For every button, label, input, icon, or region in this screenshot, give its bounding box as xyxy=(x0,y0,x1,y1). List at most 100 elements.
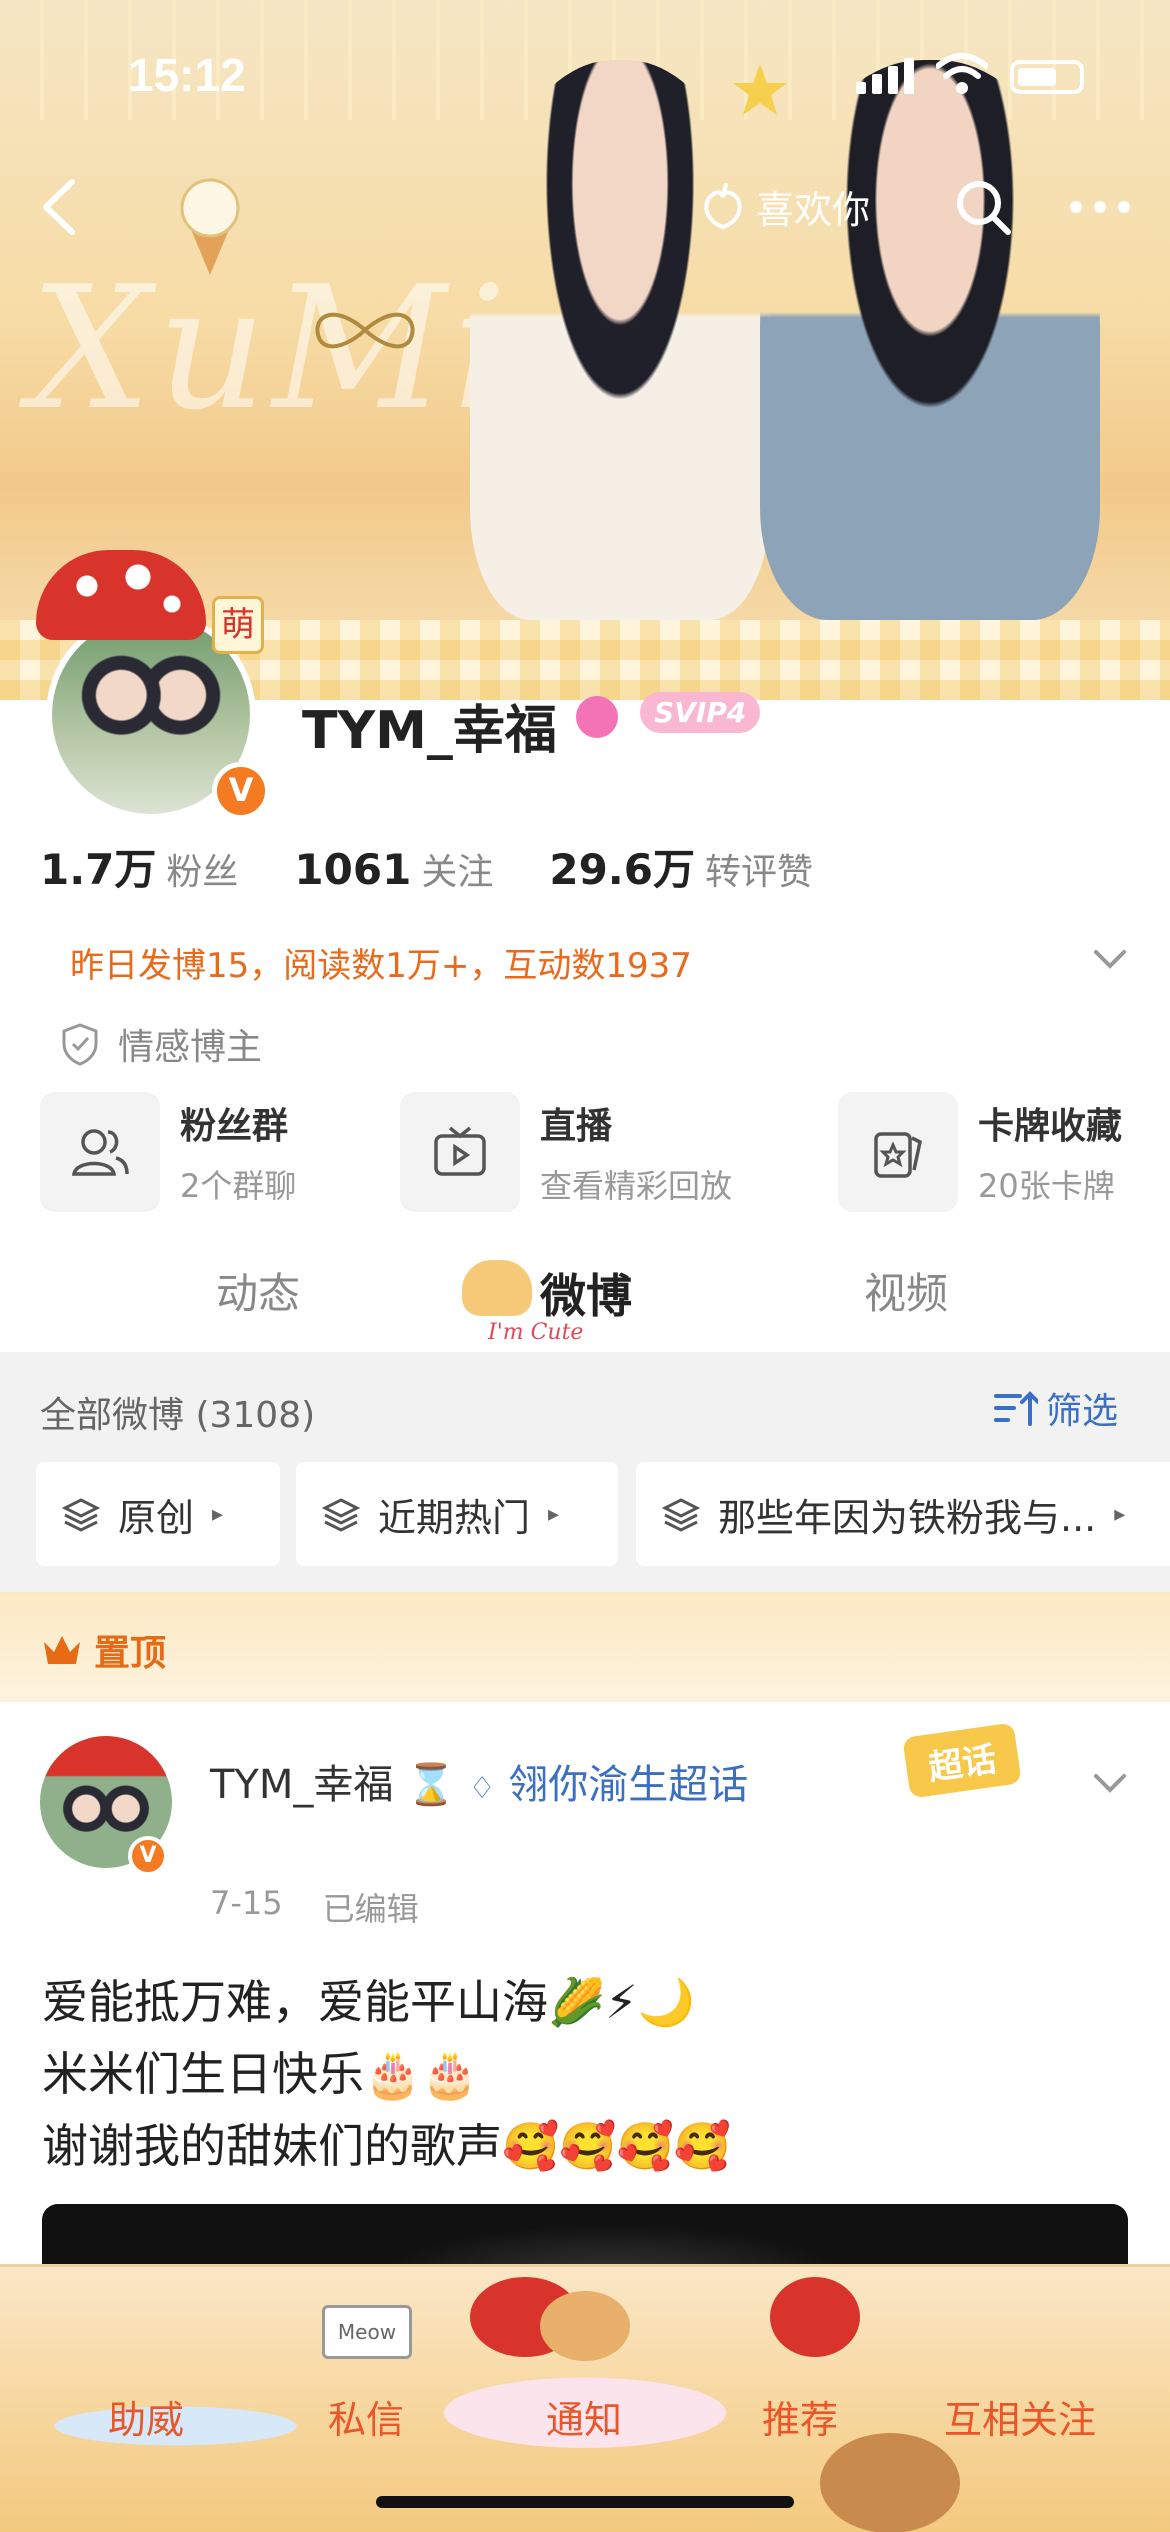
pinned-text: 置顶 xyxy=(94,1633,167,1674)
chevron-down-icon[interactable] xyxy=(1090,1768,1130,1798)
chip-recent-hot[interactable]: 近期热门 ▸ xyxy=(296,1462,618,1566)
profile-tabs: 动态 微博 视频 xyxy=(0,1240,1170,1350)
post-date: 7-15 xyxy=(210,1884,283,1922)
bow-icon xyxy=(315,312,415,349)
back-button[interactable] xyxy=(28,172,88,242)
search-button[interactable] xyxy=(952,176,1014,238)
quick-action-cards[interactable]: 卡牌收藏 20张卡牌 xyxy=(838,1092,1122,1212)
nav-notifications[interactable]: 通知 xyxy=(546,2389,622,2444)
chip-arrow-icon: ▸ xyxy=(548,1501,560,1527)
stat-following[interactable]: 1061 关注 xyxy=(294,843,493,895)
verified-badge-icon: V xyxy=(212,762,270,820)
like-you-button[interactable]: 喜欢你 xyxy=(700,176,870,236)
stat-label: 转评赞 xyxy=(704,852,813,893)
group-icon xyxy=(40,1092,160,1212)
tab-dynamic[interactable]: 动态 xyxy=(216,1260,300,1321)
profile-tag-label: 情感博主 xyxy=(118,1027,263,1068)
quick-action-subtitle: 20张卡牌 xyxy=(978,1167,1115,1205)
battery-icon xyxy=(1010,60,1084,94)
post-author-line: TYM_幸福 ⌛ ♢ 翎你渝生超话 xyxy=(210,1752,770,1822)
chip-arrow-icon: ▸ xyxy=(212,1501,224,1527)
hourglass-icon: ⌛ xyxy=(406,1762,456,1808)
profile-tag: 情感博主 xyxy=(60,1018,262,1070)
stat-number: 1.7万 xyxy=(40,845,157,894)
quick-action-fan-group[interactable]: 粉丝群 2个群聊 xyxy=(40,1092,296,1212)
profile-stats: 1.7万 粉丝 1061 关注 29.6万 转评赞 xyxy=(40,836,813,897)
more-options-button[interactable] xyxy=(1060,176,1140,238)
post-body: 爱能抵万难，爱能平山海🌽⚡🌙 米米们生日快乐🎂🎂 谢谢我的甜妹们的歌声🥰🥰🥰🥰 xyxy=(42,1966,731,2182)
post-topic-link[interactable]: 翎你渝生超话 xyxy=(508,1762,748,1808)
diamond-icon: ♢ xyxy=(468,1771,496,1806)
filter-button[interactable]: 筛选 xyxy=(994,1382,1118,1434)
svip-badge[interactable]: SVIP4 xyxy=(640,692,761,733)
chevron-down-icon[interactable] xyxy=(1090,944,1130,974)
chip-label: 原创 xyxy=(118,1495,195,1540)
post-line: 米米们生日快乐🎂🎂 xyxy=(42,2047,479,2101)
post-username[interactable]: TYM_幸福 xyxy=(210,1762,393,1808)
chip-fans-years[interactable]: 那些年因为铁粉我与... ▸ xyxy=(636,1462,1170,1566)
quick-action-title: 卡牌收藏 xyxy=(978,1106,1123,1147)
profile-avatar-wrap[interactable]: 萌 V xyxy=(36,550,276,820)
chip-label: 近期热门 xyxy=(378,1495,531,1540)
peach-icon xyxy=(704,183,742,230)
crown-icon xyxy=(44,1636,80,1664)
chip-arrow-icon: ▸ xyxy=(1114,1501,1126,1527)
layers-icon xyxy=(662,1498,700,1532)
layers-icon xyxy=(62,1498,100,1532)
post-line: 爱能抵万难，爱能平山海🌽⚡🌙 xyxy=(42,1975,695,2029)
layers-icon xyxy=(322,1498,360,1532)
avatar-sticker-tag: 萌 xyxy=(212,596,264,654)
quick-action-subtitle: 查看精彩回放 xyxy=(540,1167,733,1205)
stat-label: 粉丝 xyxy=(166,852,239,893)
nav-recommend[interactable]: 推荐 xyxy=(762,2389,838,2444)
profile-username: TYM_幸福 xyxy=(302,701,557,761)
meow-sign: Meow xyxy=(322,2305,412,2359)
mushroom-icon xyxy=(770,2277,860,2357)
shield-icon xyxy=(62,1023,98,1066)
all-weibo-count: 全部微博 (3108) xyxy=(40,1395,316,1436)
feed-filter-area: 全部微博 (3108) 筛选 原创 ▸ 近期热门 ▸ 那些年因为铁粉我与... … xyxy=(0,1352,1170,1592)
post-line: 谢谢我的甜妹们的歌声🥰🥰🥰🥰 xyxy=(42,2119,732,2173)
post-meta: 7-15 已编辑 xyxy=(210,1884,419,1930)
like-you-label: 喜欢你 xyxy=(756,187,871,232)
chip-original[interactable]: 原创 ▸ xyxy=(36,1462,280,1566)
home-indicator[interactable] xyxy=(376,2496,794,2508)
pinned-header: 置顶 xyxy=(0,1592,1170,1702)
quick-action-subtitle: 2个群聊 xyxy=(180,1167,297,1205)
magnifier-badge-icon[interactable] xyxy=(576,696,618,738)
bottom-nav-bar: Meow 助威 私信 通知 推荐 互相关注 xyxy=(0,2264,1170,2532)
nav-mutual-follow[interactable]: 互相关注 xyxy=(944,2389,1096,2444)
nav-messages[interactable]: 私信 xyxy=(328,2389,404,2444)
tv-icon xyxy=(400,1092,520,1212)
status-time: 15:12 xyxy=(128,49,246,101)
daily-summary: 昨日发博15，阅读数1万+，互动数1937 xyxy=(70,946,692,986)
dog-sticker-icon xyxy=(540,2291,630,2361)
wifi-icon xyxy=(936,53,988,94)
tab-decor-text: I'm Cute xyxy=(488,1320,584,1345)
filter-label: 筛选 xyxy=(1046,1391,1119,1432)
mushroom-sticker-icon xyxy=(36,550,206,640)
verified-badge-icon: V xyxy=(128,1836,168,1876)
post-edited: 已编辑 xyxy=(322,1890,419,1928)
bear-sticker-icon xyxy=(820,2433,960,2532)
stat-number: 1061 xyxy=(294,845,412,894)
quick-action-live[interactable]: 直播 查看精彩回放 xyxy=(400,1092,732,1212)
stat-fans[interactable]: 1.7万 粉丝 xyxy=(40,836,238,897)
nav-cheer[interactable]: 助威 xyxy=(108,2389,184,2444)
stat-number: 29.6万 xyxy=(549,845,695,894)
quick-action-title: 粉丝群 xyxy=(180,1106,289,1147)
tab-video[interactable]: 视频 xyxy=(864,1260,948,1321)
status-bar: 15:12 xyxy=(0,0,1170,150)
stat-interactions[interactable]: 29.6万 转评赞 xyxy=(549,836,813,897)
chip-label: 那些年因为铁粉我与... xyxy=(718,1495,1097,1540)
super-topic-badge[interactable]: 超话 xyxy=(902,1722,1022,1799)
card-icon xyxy=(838,1092,958,1212)
quick-action-title: 直播 xyxy=(540,1106,613,1147)
stat-label: 关注 xyxy=(421,852,494,893)
pinned-label: 置顶 xyxy=(40,1624,166,1676)
tab-weibo[interactable]: 微博 xyxy=(540,1260,632,1326)
signal-icon xyxy=(856,58,916,94)
ice-cream-icon xyxy=(180,178,240,275)
dog-mascot-icon xyxy=(462,1260,532,1316)
filter-icon xyxy=(994,1391,1038,1426)
